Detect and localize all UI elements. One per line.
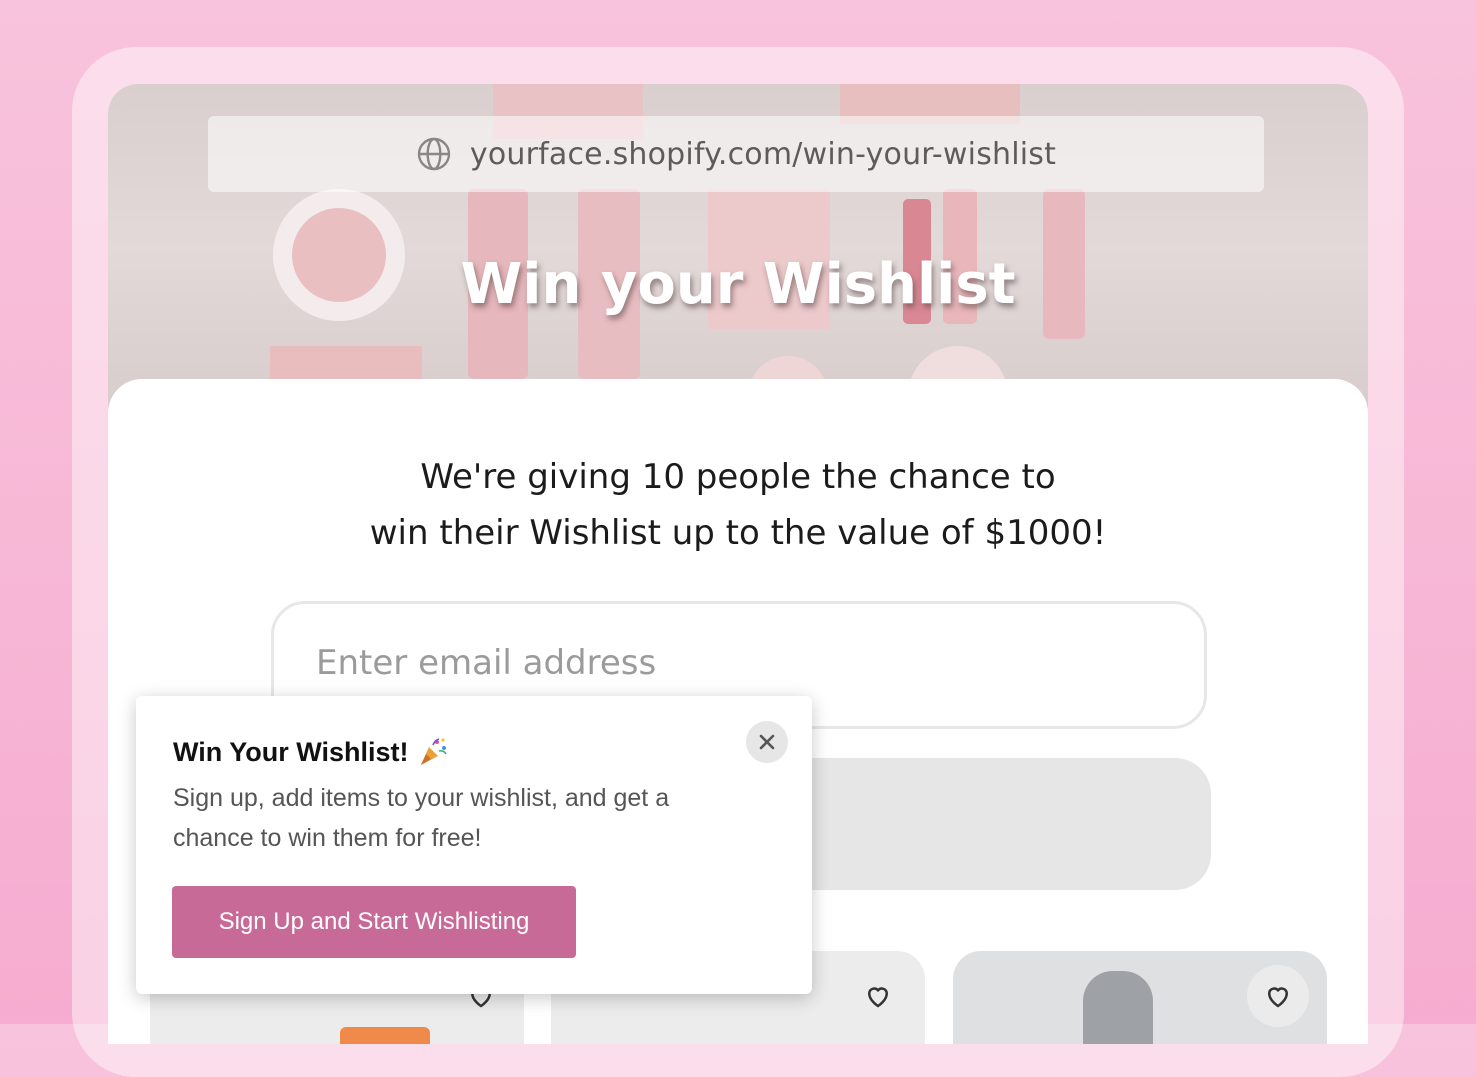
close-button[interactable] [746, 721, 788, 763]
heart-icon [1267, 987, 1289, 1008]
hero-title: Win your Wishlist [460, 252, 1016, 317]
product-image [1083, 971, 1153, 1044]
intro-text: We're giving 10 people the chance to win… [108, 449, 1368, 561]
hero-banner: yourface.shopify.com/win-your-wishlist W… [108, 84, 1368, 414]
heart-icon-button[interactable] [847, 965, 909, 1027]
signup-popup: Win Your Wishlist! Sign up, add items to… [136, 696, 812, 994]
popup-body: Sign up, add items to your wishlist, and… [173, 784, 670, 852]
heart-icon [867, 987, 889, 1008]
popup-title-text: Win Your Wishlist! [173, 736, 409, 767]
signup-button[interactable]: Sign Up and Start Wishlisting [172, 886, 576, 958]
product-image [340, 1027, 430, 1044]
url-text: yourface.shopify.com/win-your-wishlist [469, 136, 1057, 172]
url-bar[interactable]: yourface.shopify.com/win-your-wishlist [208, 116, 1264, 192]
heart-icon-button[interactable] [1247, 965, 1309, 1027]
email-field[interactable] [314, 632, 1158, 694]
popup-title: Win Your Wishlist! [173, 736, 449, 768]
close-icon [759, 734, 775, 750]
product-tile[interactable] [953, 951, 1327, 1044]
intro-line-1: We're giving 10 people the chance to [420, 457, 1056, 497]
intro-line-2: win their Wishlist up to the value of $1… [369, 513, 1107, 553]
party-popper-icon [420, 738, 447, 765]
globe-icon [417, 137, 451, 171]
